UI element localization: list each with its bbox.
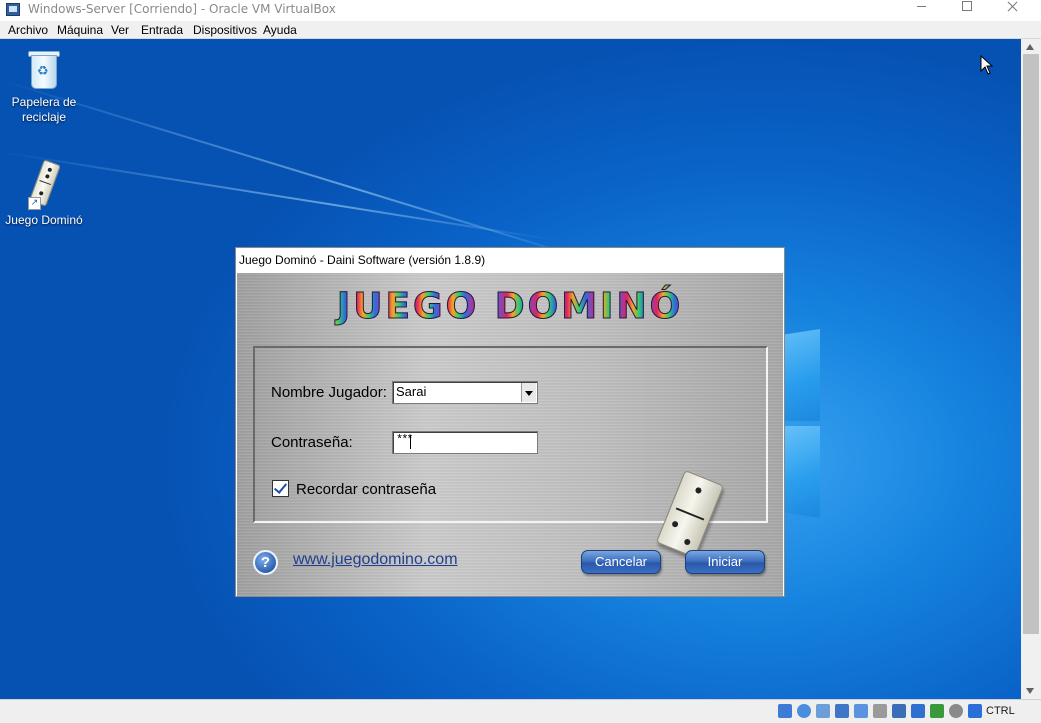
player-name-value: Sarai xyxy=(396,384,427,399)
hard-disk-icon[interactable] xyxy=(778,704,792,718)
player-name-label: Nombre Jugador: xyxy=(271,384,387,401)
optical-drive-icon[interactable] xyxy=(797,704,811,718)
scroll-up-icon[interactable] xyxy=(1026,44,1034,50)
host-window-title: Windows-Server [Corriendo] - Oracle VM V… xyxy=(28,2,336,16)
scroll-down-icon[interactable] xyxy=(1026,688,1034,694)
dialog-title: Juego Dominó - Daini Software (versión 1… xyxy=(239,253,486,267)
website-link[interactable]: www.juegodomino.com xyxy=(293,551,458,569)
menu-ayuda[interactable]: Ayuda xyxy=(263,22,297,38)
desktop-light-beam xyxy=(0,79,593,263)
vertical-scrollbar[interactable] xyxy=(1021,39,1041,699)
keyboard-capture-icon[interactable] xyxy=(968,704,982,718)
maximize-button[interactable] xyxy=(944,0,990,21)
desktop-icon-recycle-bin[interactable]: ♻ Papelera de reciclaje xyxy=(1,41,87,125)
mouse-integration-icon[interactable] xyxy=(949,704,963,718)
recycle-bin-icon: ♻ xyxy=(27,49,61,89)
desktop-icon-label: Papelera de reciclaje xyxy=(11,95,77,124)
password-label: Contraseña: xyxy=(271,434,353,451)
host-status-bar: CTRL xyxy=(0,699,1041,723)
scroll-thumb[interactable] xyxy=(1023,54,1039,634)
menu-maquina[interactable]: Máquina xyxy=(57,22,103,38)
shortcut-arrow-icon: ↗ xyxy=(28,197,41,210)
close-button[interactable] xyxy=(990,0,1036,21)
remember-password-label[interactable]: Recordar contraseña xyxy=(296,481,436,498)
start-button[interactable]: Iniciar xyxy=(685,550,765,574)
display-icon[interactable] xyxy=(892,704,906,718)
menu-ver[interactable]: Ver xyxy=(111,22,129,38)
login-dialog: Juego Dominó - Daini Software (versión 1… xyxy=(235,247,785,597)
host-title-bar: Windows-Server [Corriendo] - Oracle VM V… xyxy=(0,0,1041,21)
cpu-icon[interactable] xyxy=(930,704,944,718)
network-icon[interactable] xyxy=(835,704,849,718)
desktop-icon-label: Juego Dominó xyxy=(5,213,83,227)
menu-archivo[interactable]: Archivo xyxy=(8,22,48,38)
host-key-label: CTRL xyxy=(986,705,1015,717)
remember-password-checkbox[interactable] xyxy=(272,480,289,497)
brand-logo-text: JUEGO DOMINÓ xyxy=(237,285,783,329)
dialog-body: JUEGO DOMINÓ Nombre Jugador: Sarai Contr… xyxy=(237,273,783,596)
password-field[interactable]: *** xyxy=(392,431,538,454)
shared-folders-icon[interactable] xyxy=(873,704,887,718)
host-menu-bar: Archivo Máquina Ver Entrada Dispositivos… xyxy=(0,21,1041,39)
desktop-icon-juego-domino[interactable]: ↗ Juego Dominó xyxy=(1,159,87,228)
login-panel: Nombre Jugador: Sarai Contraseña: *** Re… xyxy=(253,346,768,559)
text-caret xyxy=(410,435,411,449)
recording-icon[interactable] xyxy=(911,704,925,718)
minimize-button[interactable] xyxy=(898,0,944,21)
audio-icon[interactable] xyxy=(816,704,830,718)
domino-shortcut-icon: ↗ xyxy=(24,159,64,213)
virtualbox-app-icon xyxy=(6,3,20,16)
player-name-select[interactable]: Sarai xyxy=(392,381,538,404)
domino-tile-illustration xyxy=(655,469,725,559)
menu-dispositivos[interactable]: Dispositivos xyxy=(193,22,257,38)
usb-icon[interactable] xyxy=(854,704,868,718)
cancel-button[interactable]: Cancelar xyxy=(581,550,661,574)
help-icon[interactable]: ? xyxy=(253,550,278,575)
menu-entrada[interactable]: Entrada xyxy=(141,22,183,38)
chevron-down-icon[interactable] xyxy=(521,383,536,402)
